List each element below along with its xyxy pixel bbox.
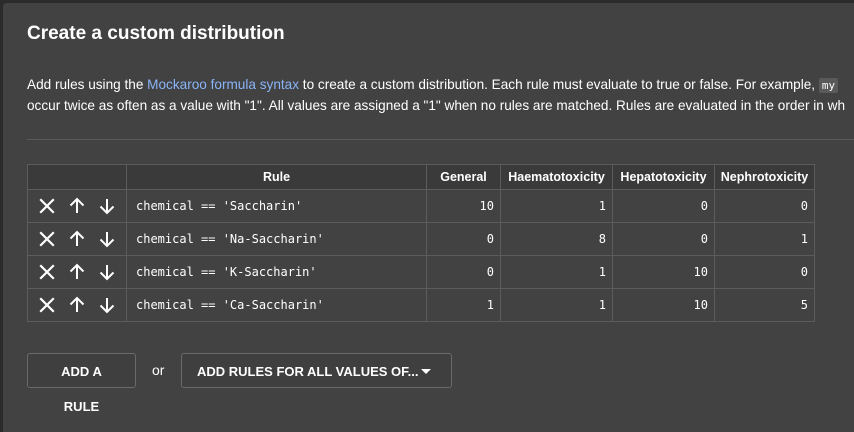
description-line-2: occur twice as often as a value with "1"… — [27, 98, 846, 113]
arrow-down-icon[interactable] — [96, 228, 118, 250]
row-controls — [27, 222, 127, 256]
hepatotoxicity-cell[interactable]: 10 — [612, 288, 715, 322]
arrow-up-icon[interactable] — [66, 294, 88, 316]
add-rules-for-all-values-button[interactable]: ADD RULES FOR ALL VALUES OF... — [181, 353, 452, 388]
rule-cell[interactable]: chemical == 'Ca-Saccharin' — [126, 288, 427, 322]
arrow-down-icon[interactable] — [96, 294, 118, 316]
description-code-snippet: my — [818, 78, 839, 93]
arrow-up-icon[interactable] — [66, 261, 88, 283]
nephrotoxicity-cell[interactable]: 0 — [714, 189, 815, 223]
rules-table: Rule General Haematotoxicity Hepatotoxic… — [27, 164, 815, 322]
table-row: chemical == 'K-Saccharin' 0 1 10 0 — [27, 255, 815, 289]
haematotoxicity-cell[interactable]: 1 — [500, 255, 613, 289]
table-header-row: Rule General Haematotoxicity Hepatotoxic… — [27, 164, 815, 190]
add-rules-for-all-values-label: ADD RULES FOR ALL VALUES OF... — [197, 364, 419, 379]
rule-cell[interactable]: chemical == 'Saccharin' — [126, 189, 427, 223]
arrow-up-icon[interactable] — [66, 228, 88, 250]
header-rule: Rule — [126, 164, 427, 190]
rule-cell[interactable]: chemical == 'K-Saccharin' — [126, 255, 427, 289]
close-icon[interactable] — [36, 294, 58, 316]
nephrotoxicity-cell[interactable]: 1 — [714, 222, 815, 256]
table-row: chemical == 'Saccharin' 10 1 0 0 — [27, 189, 815, 223]
header-hepatotoxicity: Hepatotoxicity — [612, 164, 715, 190]
arrow-down-icon[interactable] — [96, 261, 118, 283]
table-row: chemical == 'Ca-Saccharin' 1 1 10 5 — [27, 288, 815, 322]
caret-down-icon — [421, 369, 431, 374]
header-general: General — [426, 164, 501, 190]
row-controls — [27, 288, 127, 322]
header-nephrotoxicity: Nephrotoxicity — [714, 164, 815, 190]
header-haematotoxicity: Haematotoxicity — [500, 164, 613, 190]
close-icon[interactable] — [36, 195, 58, 217]
description-part-1: Add rules using the — [27, 77, 148, 92]
add-rule-button[interactable]: ADD A RULE — [27, 353, 136, 414]
haematotoxicity-cell[interactable]: 8 — [500, 222, 613, 256]
row-controls — [27, 255, 127, 289]
description-part-2: to create a custom distribution. Each ru… — [299, 77, 819, 92]
general-cell[interactable]: 1 — [426, 288, 501, 322]
table-row: chemical == 'Na-Saccharin' 0 8 0 1 — [27, 222, 815, 256]
nephrotoxicity-cell[interactable]: 0 — [714, 255, 815, 289]
close-icon[interactable] — [36, 228, 58, 250]
description-line-1: Add rules using the Mockaroo formula syn… — [27, 75, 854, 96]
row-controls — [27, 189, 127, 223]
general-cell[interactable]: 0 — [426, 222, 501, 256]
rule-cell[interactable]: chemical == 'Na-Saccharin' — [126, 222, 427, 256]
haematotoxicity-cell[interactable]: 1 — [500, 189, 613, 223]
arrow-down-icon[interactable] — [96, 195, 118, 217]
custom-distribution-dialog: Create a custom distribution Add rules u… — [3, 3, 854, 432]
general-cell[interactable]: 10 — [426, 189, 501, 223]
or-label: or — [152, 362, 165, 378]
nephrotoxicity-cell[interactable]: 5 — [714, 288, 815, 322]
dialog-title: Create a custom distribution — [27, 23, 285, 44]
arrow-up-icon[interactable] — [66, 195, 88, 217]
close-icon[interactable] — [36, 261, 58, 283]
hepatotoxicity-cell[interactable]: 0 — [612, 222, 715, 256]
hepatotoxicity-cell[interactable]: 10 — [612, 255, 715, 289]
hepatotoxicity-cell[interactable]: 0 — [612, 189, 715, 223]
divider — [27, 139, 854, 140]
dialog-description: Add rules using the Mockaroo formula syn… — [27, 75, 854, 116]
haematotoxicity-cell[interactable]: 1 — [500, 288, 613, 322]
header-controls — [27, 164, 127, 190]
general-cell[interactable]: 0 — [426, 255, 501, 289]
formula-syntax-link[interactable]: Mockaroo formula syntax — [147, 77, 299, 92]
